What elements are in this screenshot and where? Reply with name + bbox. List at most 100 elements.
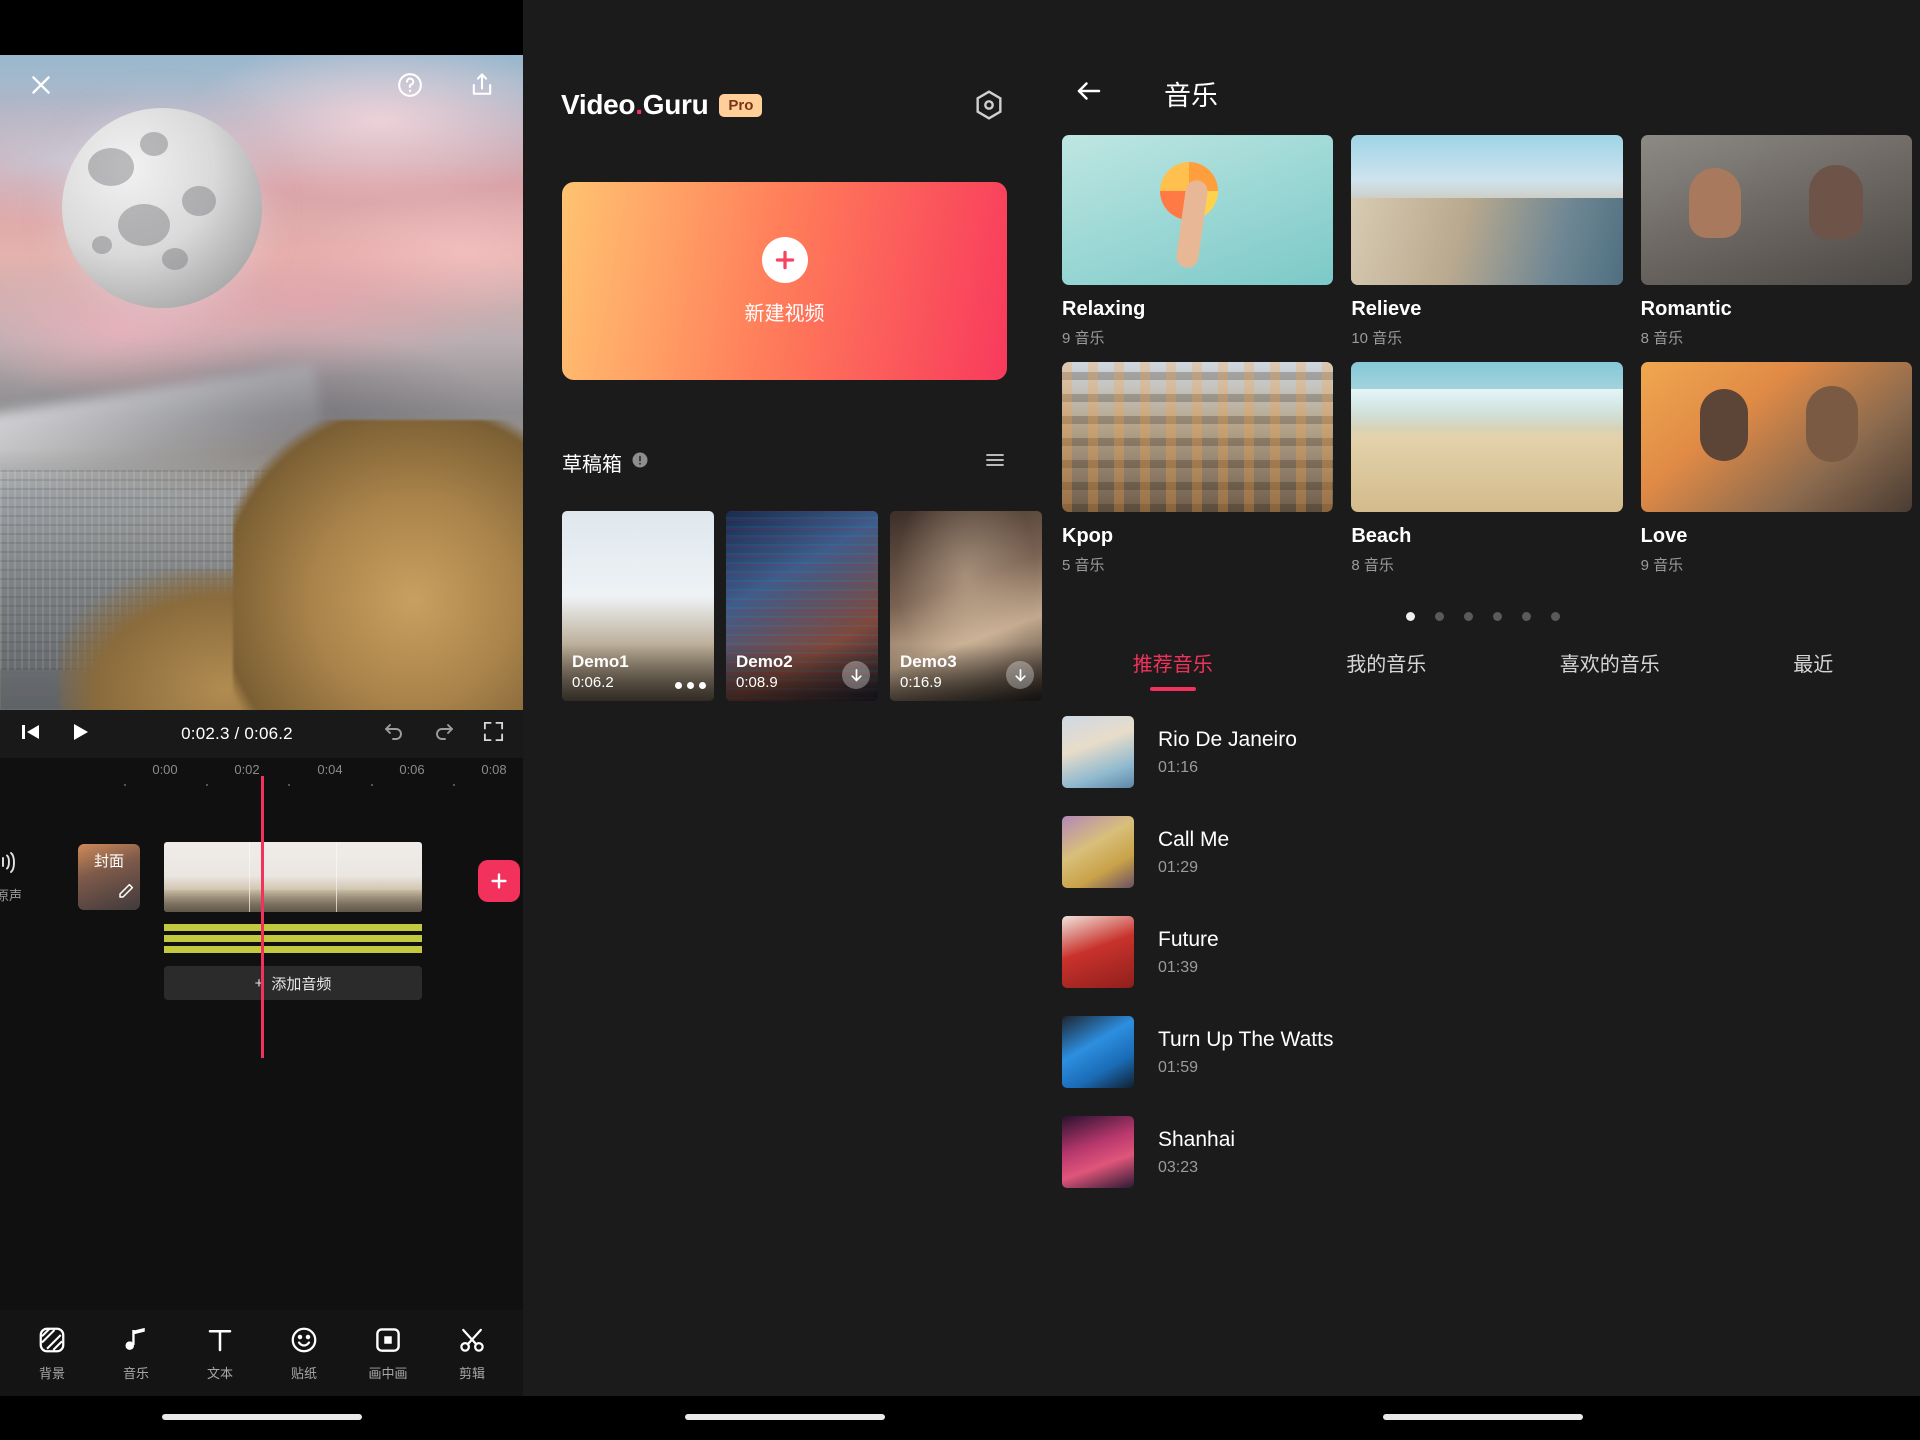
- track-row[interactable]: Shanhai 03:23: [1046, 1102, 1920, 1202]
- time-display: 0:02.3 / 0:06.2: [181, 724, 293, 743]
- download-icon[interactable]: [1006, 661, 1034, 689]
- track-cover: [1062, 816, 1134, 888]
- clip-frame[interactable]: [336, 842, 422, 912]
- carousel-pager[interactable]: [1046, 612, 1920, 621]
- video-clip-track[interactable]: [164, 842, 422, 912]
- category-card[interactable]: Relaxing 9 音乐: [1062, 135, 1334, 348]
- category-name: Relieve: [1351, 298, 1422, 320]
- tab-favorite-music[interactable]: 喜欢的音乐: [1560, 648, 1660, 691]
- ruler-tick: 0:00: [152, 762, 178, 777]
- track-duration: 01:59: [1158, 1058, 1199, 1076]
- editor-tool-tabbar: 背景 音乐 文本 贴纸 画中画 剪辑: [0, 1310, 523, 1396]
- drafts-title: 草稿箱: [562, 454, 622, 476]
- fullscreen-icon[interactable]: [482, 720, 505, 748]
- track-cover: [1062, 1016, 1134, 1088]
- draft-card[interactable]: Demo2 0:08.9: [726, 511, 878, 701]
- new-video-label: 新建视频: [744, 302, 825, 325]
- ruler-tick: 0:04: [317, 762, 343, 777]
- tab-text[interactable]: 文本: [178, 1325, 262, 1382]
- music-tabs: 推荐音乐 我的音乐 喜欢的音乐 最近: [1046, 640, 1920, 698]
- track-name: Call Me: [1158, 827, 1230, 851]
- category-thumbnail: [1351, 362, 1623, 512]
- category-thumbnail: [1351, 135, 1623, 285]
- tab-music[interactable]: 音乐: [94, 1325, 178, 1382]
- category-thumbnail: [1062, 362, 1334, 512]
- tab-picture-in-picture[interactable]: 画中画: [346, 1325, 430, 1382]
- track-duration: 01:29: [1158, 858, 1199, 876]
- download-icon[interactable]: [842, 661, 870, 689]
- track-duration: 01:16: [1158, 758, 1199, 776]
- track-row[interactable]: Call Me 01:29: [1046, 802, 1920, 902]
- draft-name: Demo1: [572, 652, 629, 671]
- pager-dot[interactable]: [1406, 612, 1415, 621]
- cover-thumbnail[interactable]: 封面: [78, 844, 140, 910]
- category-count: 8 音乐: [1640, 330, 1684, 347]
- tab-label: 背景: [38, 1365, 65, 1381]
- clip-frame[interactable]: [164, 842, 251, 912]
- share-icon[interactable]: [463, 66, 501, 104]
- original-sound-label: 原声: [0, 888, 23, 903]
- draft-card[interactable]: Demo3 0:16.9: [890, 511, 1042, 701]
- page-title: 音乐: [1164, 80, 1218, 111]
- tab-my-music[interactable]: 我的音乐: [1346, 648, 1426, 691]
- new-video-button[interactable]: 新建视频: [562, 182, 1007, 380]
- previous-frame-icon[interactable]: [18, 720, 42, 749]
- ruler-tick: 0:06: [399, 762, 425, 777]
- category-card[interactable]: Romantic 8 音乐: [1640, 135, 1912, 348]
- track-name: Turn Up The Watts: [1158, 1027, 1334, 1051]
- pager-dot[interactable]: [1464, 612, 1473, 621]
- tab-recent[interactable]: 最近: [1793, 648, 1833, 691]
- tab-recommended-music[interactable]: 推荐音乐: [1133, 648, 1213, 691]
- category-count: 5 音乐: [1062, 557, 1105, 574]
- ruler-tick: 0:02: [234, 762, 260, 777]
- tab-label: 贴纸: [290, 1365, 317, 1381]
- info-icon[interactable]: [631, 451, 649, 475]
- play-icon[interactable]: [68, 720, 92, 749]
- status-bar: [0, 0, 523, 55]
- audio-waveform-track[interactable]: [164, 924, 422, 954]
- track-row[interactable]: Turn Up The Watts 01:59: [1046, 1002, 1920, 1102]
- pager-dot[interactable]: [1493, 612, 1502, 621]
- help-icon[interactable]: [391, 66, 429, 104]
- playhead-indicator[interactable]: [261, 776, 264, 1058]
- track-row[interactable]: Future 01:39: [1046, 902, 1920, 1002]
- playback-transport: 0:02.3 / 0:06.2: [0, 710, 523, 758]
- back-arrow-icon[interactable]: [1074, 76, 1104, 111]
- draft-card[interactable]: Demo1 0:06.2: [562, 511, 714, 701]
- track-name: Shanhai: [1158, 1127, 1236, 1151]
- settings-gear-icon[interactable]: [970, 86, 1008, 124]
- brand-dot: .: [635, 89, 643, 120]
- moon-graphic: [62, 108, 262, 308]
- close-icon[interactable]: [22, 66, 60, 104]
- list-view-icon[interactable]: [983, 448, 1007, 477]
- category-card[interactable]: Love 9 音乐: [1640, 362, 1912, 575]
- tab-label: 文本: [206, 1365, 233, 1381]
- category-card[interactable]: Beach 8 音乐: [1351, 362, 1623, 575]
- tab-trim[interactable]: 剪辑: [430, 1325, 514, 1382]
- undo-icon[interactable]: [382, 720, 406, 749]
- edit-pencil-icon[interactable]: [117, 882, 135, 905]
- category-card[interactable]: Kpop 5 音乐: [1062, 362, 1334, 575]
- music-screen: 音乐 Relaxing 9 音乐 Relieve 10 音乐 Romantic …: [1046, 0, 1920, 1440]
- home-header: Video.Guru Pro: [523, 70, 1046, 140]
- more-options-icon[interactable]: [675, 682, 706, 689]
- home-indicator: [1046, 1396, 1920, 1440]
- track-cover: [1062, 716, 1134, 788]
- category-name: Love: [1640, 525, 1688, 547]
- original-sound-toggle[interactable]: 原声: [0, 850, 60, 904]
- add-audio-button[interactable]: + 添加音频: [164, 966, 422, 1000]
- pager-dot[interactable]: [1551, 612, 1560, 621]
- add-clip-button[interactable]: [478, 860, 520, 902]
- home-indicator: [523, 1396, 1046, 1440]
- music-track-list: Rio De Janeiro 01:16 Call Me 01:29 Futur…: [1046, 702, 1920, 1202]
- category-card[interactable]: Relieve 10 音乐: [1351, 135, 1623, 348]
- track-row[interactable]: Rio De Janeiro 01:16: [1046, 702, 1920, 802]
- redo-icon[interactable]: [432, 720, 456, 749]
- category-name: Kpop: [1062, 525, 1114, 547]
- track-cover: [1062, 1116, 1134, 1188]
- pager-dot[interactable]: [1435, 612, 1444, 621]
- tab-background[interactable]: 背景: [10, 1325, 94, 1382]
- tab-sticker[interactable]: 贴纸: [262, 1325, 346, 1382]
- track-duration: 01:39: [1158, 958, 1199, 976]
- pager-dot[interactable]: [1522, 612, 1531, 621]
